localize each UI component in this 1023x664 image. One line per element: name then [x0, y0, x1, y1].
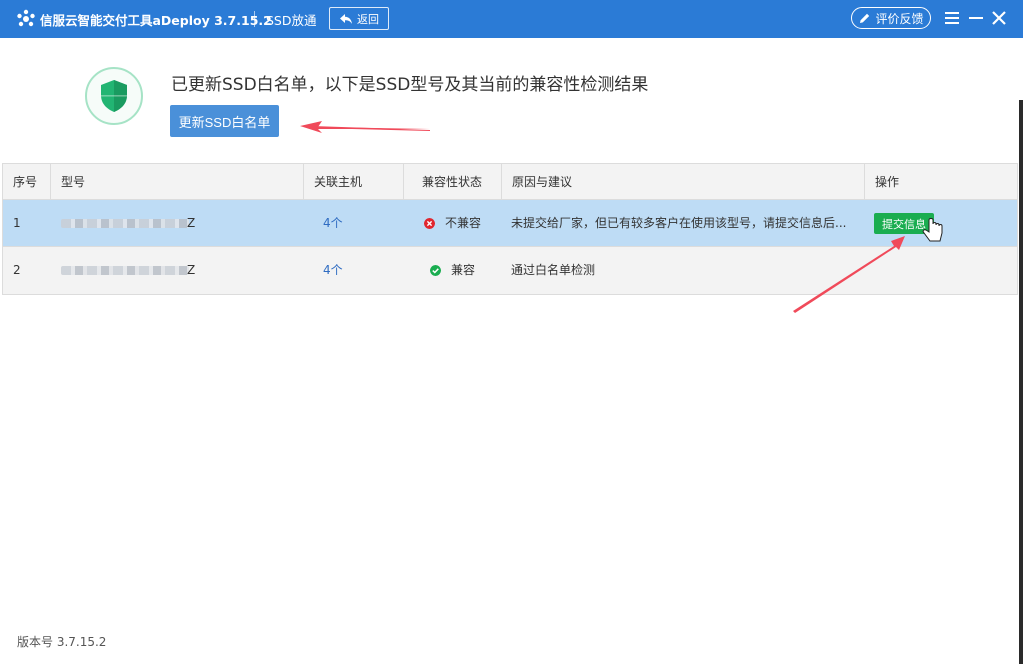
column-header-status: 兼容性状态 — [404, 164, 502, 200]
update-whitelist-button[interactable]: 更新SSD白名单 — [170, 105, 279, 137]
status-text: 兼容 — [451, 263, 476, 277]
model-suffix: Z — [187, 263, 196, 277]
status-text: 不兼容 — [445, 216, 482, 230]
row-index: 1 — [13, 216, 21, 230]
shield-badge — [85, 67, 143, 125]
annotation-arrow-update — [300, 121, 430, 133]
close-icon[interactable] — [989, 8, 1009, 28]
column-header-reason: 原因与建议 — [502, 164, 865, 200]
table-row[interactable]: 2 Z 4个 兼容 通过白名单检测 — [3, 247, 1017, 294]
version-label: 版本号 3.7.15.2 — [17, 635, 107, 649]
window-edge — [1019, 100, 1023, 664]
model-redacted — [61, 219, 189, 228]
back-button[interactable]: 返回 — [329, 7, 389, 30]
app-title: 信服云智能交付工具aDeploy 3.7.15.2 — [40, 13, 272, 28]
hosts-link[interactable]: 4个 — [323, 247, 343, 294]
model-redacted — [61, 266, 189, 275]
page-title: 已更新SSD白名单，以下是SSD型号及其当前的兼容性检测结果 — [171, 75, 649, 95]
menu-icon[interactable] — [942, 8, 962, 28]
app-logo-icon — [17, 9, 35, 27]
back-button-label: 返回 — [357, 12, 379, 26]
column-header-index: 序号 — [3, 164, 51, 200]
ssd-table: 序号 型号 关联主机 兼容性状态 原因与建议 操作 1 Z 4个 不兼容 未提交… — [2, 163, 1018, 295]
reason-text: 未提交给厂家，但已有较多客户在使用该型号，请提交信息后... — [511, 216, 847, 230]
title-divider — [254, 11, 255, 27]
row-index: 2 — [13, 263, 21, 277]
error-icon — [424, 218, 435, 229]
page-name: SSD放通 — [266, 13, 317, 28]
hosts-link[interactable]: 4个 — [323, 200, 343, 247]
model-suffix: Z — [187, 216, 196, 230]
check-icon — [430, 265, 441, 276]
column-header-hosts: 关联主机 — [304, 164, 404, 200]
table-header: 序号 型号 关联主机 兼容性状态 原因与建议 操作 — [3, 164, 1017, 200]
table-row[interactable]: 1 Z 4个 不兼容 未提交给厂家，但已有较多客户在使用该型号，请提交信息后..… — [3, 200, 1017, 247]
pencil-icon — [860, 13, 870, 23]
column-header-model: 型号 — [51, 164, 304, 200]
feedback-button-label: 评价反馈 — [875, 11, 924, 26]
shield-check-icon — [101, 80, 127, 112]
app-window: 信服云智能交付工具aDeploy 3.7.15.2 SSD放通 返回 评价反馈 — [0, 0, 1023, 664]
submit-info-button[interactable]: 提交信息 — [874, 213, 934, 234]
feedback-button[interactable]: 评价反馈 — [851, 7, 931, 29]
minimize-icon[interactable] — [966, 8, 986, 28]
reason-text: 通过白名单检测 — [511, 263, 596, 277]
annotation-overlay — [300, 121, 943, 313]
column-header-action: 操作 — [875, 175, 900, 189]
back-arrow-icon — [340, 13, 352, 24]
title-bar: 信服云智能交付工具aDeploy 3.7.15.2 SSD放通 返回 评价反馈 — [0, 0, 1023, 38]
